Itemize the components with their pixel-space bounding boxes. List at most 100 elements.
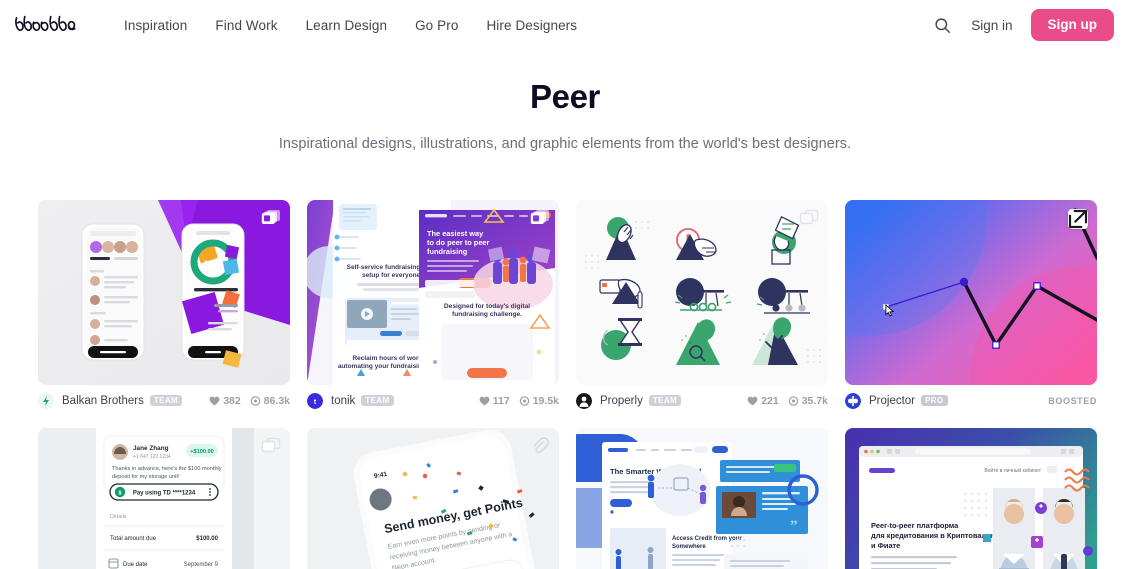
- nav-link-learn-design[interactable]: Learn Design: [292, 12, 402, 39]
- likes-count: 382: [223, 394, 241, 407]
- views-count: 19.5k: [532, 394, 559, 407]
- avatar[interactable]: [845, 392, 861, 409]
- views-stat: 35.7k: [788, 395, 828, 407]
- shot-author-link[interactable]: tonik: [331, 395, 355, 407]
- sign-up-button[interactable]: Sign up: [1030, 9, 1114, 41]
- shot-thumbnail[interactable]: Jane Zhang +1 647 123 1234 +$100.00 Than…: [38, 427, 290, 569]
- svg-text:Peer-to-peer платформа: Peer-to-peer платформа: [871, 521, 959, 530]
- eye-icon: [519, 395, 529, 406]
- shot-thumbnail[interactable]: [845, 199, 1097, 385]
- views-stat: 86.3k: [250, 395, 290, 407]
- shot-author-link[interactable]: Balkan Brothers: [62, 395, 144, 407]
- svg-text:Pay using TD ****1234: Pay using TD ****1234: [133, 490, 196, 496]
- svg-text:Details: Details: [110, 514, 127, 520]
- svg-text:deposit for my storage unit!: deposit for my storage unit!: [112, 474, 180, 480]
- shot-thumbnail[interactable]: [38, 199, 290, 385]
- svg-text:”: ”: [790, 518, 798, 534]
- svg-text:+$100.00: +$100.00: [190, 449, 214, 455]
- site-header: Inspiration Find Work Learn Design Go Pr…: [0, 0, 1130, 50]
- eye-icon: [788, 395, 798, 406]
- likes-stat: 382: [209, 395, 241, 407]
- svg-text:для кредитования в Криптовалют: для кредитования в Криптовалюте: [871, 531, 1000, 540]
- heart-icon: [209, 396, 220, 405]
- pro-badge: PRO: [921, 394, 948, 407]
- svg-text:Jane Zhang: Jane Zhang: [133, 445, 169, 452]
- svg-text:Войти в личный кабинет: Войти в личный кабинет: [984, 467, 1041, 474]
- shot-author-link[interactable]: Projector: [869, 395, 915, 407]
- primary-nav: Inspiration Find Work Learn Design Go Pr…: [110, 12, 591, 39]
- shot-thumbnail[interactable]: [576, 199, 828, 385]
- boosted-label: BOOSTED: [1048, 395, 1097, 406]
- shot-artwork-gradient-vector-path: [845, 199, 1097, 385]
- svg-text:fundraising challenge.: fundraising challenge.: [452, 311, 522, 318]
- nav-link-find-work[interactable]: Find Work: [201, 12, 291, 39]
- likes-stat: 221: [747, 395, 779, 407]
- shot-card: The Smarter Way to Lend ” Access Credit …: [576, 427, 828, 569]
- avatar[interactable]: [576, 392, 592, 409]
- avatar[interactable]: [38, 392, 54, 409]
- shot-artwork-phones-purple: [38, 199, 290, 385]
- shot-stats: 117 19.5k: [479, 395, 559, 407]
- views-count: 35.7k: [801, 394, 828, 407]
- nav-link-go-pro[interactable]: Go Pro: [401, 12, 472, 39]
- sign-in-link[interactable]: Sign in: [959, 12, 1024, 39]
- shot-artwork-tilted-phone-points: 9:41 Send money, get Points Earn even mo…: [307, 427, 559, 569]
- svg-text:$100.00: $100.00: [196, 536, 218, 542]
- page-title: Peer: [530, 78, 600, 115]
- search-icon: [935, 17, 950, 33]
- nav-link-hire-designers[interactable]: Hire Designers: [472, 12, 591, 39]
- shot-thumbnail[interactable]: 9:41 Send money, get Points Earn even mo…: [307, 427, 559, 569]
- team-badge: TEAM: [648, 394, 682, 407]
- shot-card: Jane Zhang +1 647 123 1234 +$100.00 Than…: [38, 427, 290, 569]
- shot-card: Self-service fundraising page setup for …: [307, 199, 559, 414]
- shot-card: Properly TEAM 221 35.7k: [576, 199, 828, 414]
- svg-text:setup for everyone.: setup for everyone.: [362, 272, 422, 279]
- svg-text:и Фиате: и Фиате: [871, 541, 900, 550]
- likes-count: 221: [761, 394, 779, 407]
- shot-stats: 382 86.3k: [209, 395, 290, 407]
- svg-text:September 9: September 9: [184, 562, 219, 568]
- views-count: 86.3k: [263, 394, 290, 407]
- views-stat: 19.5k: [519, 395, 559, 407]
- shot-author-link[interactable]: Properly: [600, 395, 643, 407]
- shot-card: 9:41 Send money, get Points Earn even mo…: [307, 427, 559, 569]
- nav-link-inspiration[interactable]: Inspiration: [110, 12, 201, 39]
- page-subtitle: Inspirational designs, illustrations, an…: [278, 135, 852, 152]
- header-actions: Sign in Sign up: [925, 8, 1114, 42]
- shot-meta: Balkan Brothers TEAM 382 86.3k: [38, 388, 290, 414]
- eye-icon: [250, 395, 260, 406]
- shot-thumbnail[interactable]: Войти в личный кабинет Peer-to-peer плат…: [845, 427, 1097, 569]
- svg-text:$: $: [119, 490, 122, 496]
- shot-meta: Properly TEAM 221 35.7k: [576, 388, 828, 414]
- shot-artwork-lending-website: The Smarter Way to Lend ” Access Credit …: [576, 427, 828, 569]
- team-badge: TEAM: [361, 394, 394, 407]
- shot-meta: Projector PRO BOOSTED: [845, 388, 1097, 414]
- shot-card: Balkan Brothers TEAM 382 86.3k: [38, 199, 290, 414]
- svg-text:Due date: Due date: [123, 562, 148, 568]
- dribbble-logo[interactable]: [14, 14, 90, 36]
- shots-grid: Balkan Brothers TEAM 382 86.3k Self-serv…: [0, 199, 1130, 569]
- shot-card: Projector PRO BOOSTED: [845, 199, 1097, 414]
- likes-count: 117: [492, 394, 510, 407]
- svg-text:The easiest way: The easiest way: [427, 229, 484, 238]
- shot-artwork-fundraising-site: Self-service fundraising page setup for …: [307, 199, 559, 385]
- team-badge: TEAM: [149, 394, 183, 407]
- svg-text:Total amount due: Total amount due: [110, 536, 157, 542]
- heart-icon: [747, 396, 758, 405]
- svg-text:to do peer to peer: to do peer to peer: [427, 238, 490, 247]
- dribbble-wordmark-icon: [15, 15, 76, 31]
- shot-meta: t tonik TEAM 117 19.5k: [307, 388, 559, 414]
- shot-artwork-crypto-lending-browser: Войти в личный кабинет Peer-to-peer плат…: [845, 427, 1097, 569]
- svg-text:Designed for today's digital: Designed for today's digital: [444, 303, 530, 310]
- svg-text:fundraising: fundraising: [427, 247, 468, 256]
- search-button[interactable]: [925, 8, 959, 42]
- shot-thumbnail[interactable]: Self-service fundraising page setup for …: [307, 199, 559, 385]
- shot-artwork-illustration-grid: [576, 199, 828, 385]
- avatar[interactable]: t: [307, 392, 323, 409]
- hero-section: Peer Inspirational designs, illustration…: [0, 50, 1130, 152]
- svg-text:Somewhere: Somewhere: [672, 544, 706, 550]
- shot-thumbnail[interactable]: The Smarter Way to Lend ” Access Credit …: [576, 427, 828, 569]
- likes-stat: 117: [479, 395, 510, 407]
- shot-stats: 221 35.7k: [747, 395, 828, 407]
- svg-text:Thanks in advance, here's the: Thanks in advance, here's the $100 month…: [112, 466, 222, 472]
